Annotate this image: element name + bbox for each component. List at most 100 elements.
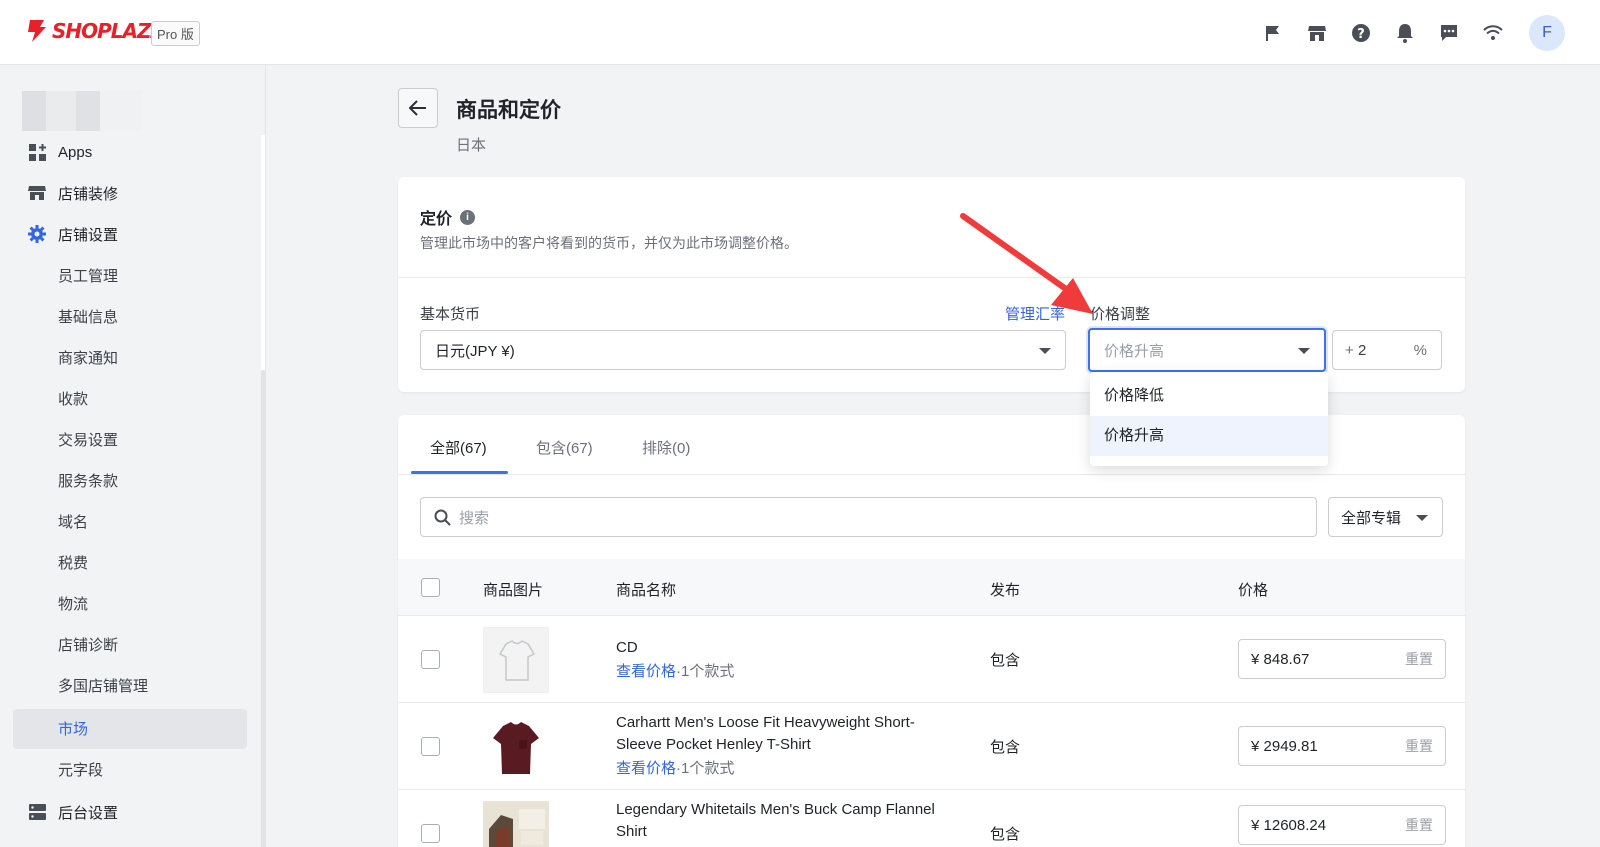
column-price: 价格 [1238,582,1269,599]
sidebar-item-metafields[interactable]: 元字段 [58,759,103,781]
flag-icon[interactable] [1262,22,1284,44]
sidebar-item-store-settings[interactable]: 店铺设置 [28,222,118,246]
price-value: 848.67 [1263,650,1310,668]
bell-icon[interactable] [1394,22,1416,44]
product-thumbnail[interactable] [483,801,549,847]
sidebar-item-checkout[interactable]: 交易设置 [58,429,118,451]
search-icon [434,509,451,526]
sidebar-item-domains[interactable]: 域名 [58,511,88,533]
shirt-placeholder-icon [498,640,536,681]
caret-down-icon [1416,515,1428,521]
sidebar-item-basic-info[interactable]: 基础信息 [58,306,118,328]
sidebar-item-label: 店铺装修 [58,185,119,203]
pricing-description: 管理此市场中的客户将看到的货币，并仅为此市场调整价格。 [420,235,798,251]
annotation-arrow [960,213,1093,314]
user-avatar[interactable]: F [1529,15,1565,51]
publish-status: 包含 [990,739,1021,756]
divider [398,277,1465,278]
caret-down-icon [1039,348,1051,354]
currency-symbol: ¥ [1251,650,1260,668]
apps-icon [28,143,46,161]
select-all-checkbox[interactable] [421,578,440,597]
tab-included[interactable]: 包含(67) [536,437,593,458]
sidebar-item-multi-store[interactable]: 多国店铺管理 [58,675,148,697]
wifi-icon[interactable] [1482,22,1504,44]
price-value: 2949.81 [1263,737,1318,755]
product-meta: 查看价格·1个款式 [616,757,734,778]
gear-icon [28,225,46,243]
currency-symbol: ¥ [1251,737,1260,755]
sidebar-item-store-design[interactable]: 店铺装修 [28,181,118,205]
page-subtitle: 日本 [456,137,487,154]
arrow-left-icon [409,100,426,116]
pricing-title-text: 定价 [420,211,453,228]
search-placeholder: 搜索 [459,509,490,527]
price-input[interactable]: ¥ 12608.24 重置 [1238,805,1446,845]
dropdown-option-increase[interactable]: 价格升高 [1090,416,1328,456]
price-adjust-select[interactable]: 价格升高 [1088,328,1326,372]
tab-excluded[interactable]: 排除(0) [642,437,690,458]
tabs-divider [398,474,1465,475]
shoplazza-logo-icon [28,20,46,42]
sidebar-item-taxes[interactable]: 税费 [58,552,88,574]
adjust-amount: 2 [1357,341,1367,359]
product-name: Legendary Whitetails Men's Buck Camp Fla… [616,801,935,840]
info-icon[interactable]: i [460,209,476,225]
storefront-icon [28,184,46,202]
column-publish: 发布 [990,582,1021,599]
caret-down-icon [1298,348,1310,354]
price-input[interactable]: ¥ 848.67 重置 [1238,639,1446,679]
top-bar: SHOPLAZZA Pro 版 ? F [0,0,1600,65]
view-price-link[interactable]: 查看价格 [616,760,676,777]
sidebar-item-shipping[interactable]: 物流 [58,593,88,615]
sidebar-item-staff[interactable]: 员工管理 [58,265,118,287]
sidebar-item-diagnosis[interactable]: 店铺诊断 [58,634,118,656]
row-checkbox[interactable] [421,737,440,756]
sidebar-item-apps[interactable]: Apps [28,140,92,164]
row-checkbox[interactable] [421,824,440,843]
table-row: CD 查看价格·1个款式 包含 ¥ 848.67 重置 [398,617,1465,703]
price-adjust-percent-input[interactable]: + 2 % [1332,330,1442,370]
sidebar-item-terms[interactable]: 服务条款 [58,470,118,492]
base-currency-select[interactable]: 日元(JPY ¥) [420,330,1066,370]
product-thumbnail[interactable] [483,714,549,780]
store-icon[interactable] [1306,22,1328,44]
plan-badge: Pro 版 [151,21,200,46]
help-icon[interactable]: ? [1350,22,1372,44]
tab-all[interactable]: 全部(67) [430,437,487,458]
server-icon [28,803,46,821]
dropdown-option-decrease[interactable]: 价格降低 [1090,376,1328,416]
product-thumbnail[interactable] [483,627,549,693]
price-adjust-placeholder: 价格升高 [1104,342,1165,360]
product-name: Carhartt Men's Loose Fit Heavyweight Sho… [616,714,915,753]
product-meta: 查看价格·1个款式 [616,660,734,681]
sidebar-active-highlight [13,709,247,749]
reset-price-button[interactable]: 重置 [1405,815,1433,835]
store-avatar[interactable] [22,91,142,131]
sidebar-item-admin-settings[interactable]: 后台设置 [28,800,118,824]
column-name: 商品名称 [616,582,677,599]
publish-status: 包含 [990,652,1021,669]
row-checkbox[interactable] [421,650,440,669]
table-row: Legendary Whitetails Men's Buck Camp Fla… [398,791,1465,847]
price-input[interactable]: ¥ 2949.81 重置 [1238,726,1446,766]
reset-price-button[interactable]: 重置 [1405,736,1433,756]
column-image: 商品图片 [483,582,544,599]
reset-price-button[interactable]: 重置 [1405,649,1433,669]
percent-unit: % [1413,341,1427,359]
variant-count: ·1个款式 [676,760,735,777]
sidebar-item-notifications[interactable]: 商家通知 [58,347,118,369]
table-header: 商品图片 商品名称 发布 价格 [398,559,1465,616]
chat-icon[interactable] [1438,22,1460,44]
collection-filter-select[interactable]: 全部专辑 [1328,497,1443,537]
variant-count: ·1个款式 [676,663,735,680]
search-input[interactable]: 搜索 [420,497,1317,537]
sidebar-item-markets[interactable]: 市场 [58,718,88,740]
currency-symbol: ¥ [1251,816,1260,834]
table-row: Carhartt Men's Loose Fit Heavyweight Sho… [398,704,1465,790]
sidebar-item-label: 后台设置 [58,804,119,822]
view-price-link[interactable]: 查看价格 [616,663,676,680]
sidebar-item-payments[interactable]: 收款 [58,388,88,410]
back-button[interactable] [398,88,438,128]
sidebar-scrollbar[interactable] [261,370,265,847]
